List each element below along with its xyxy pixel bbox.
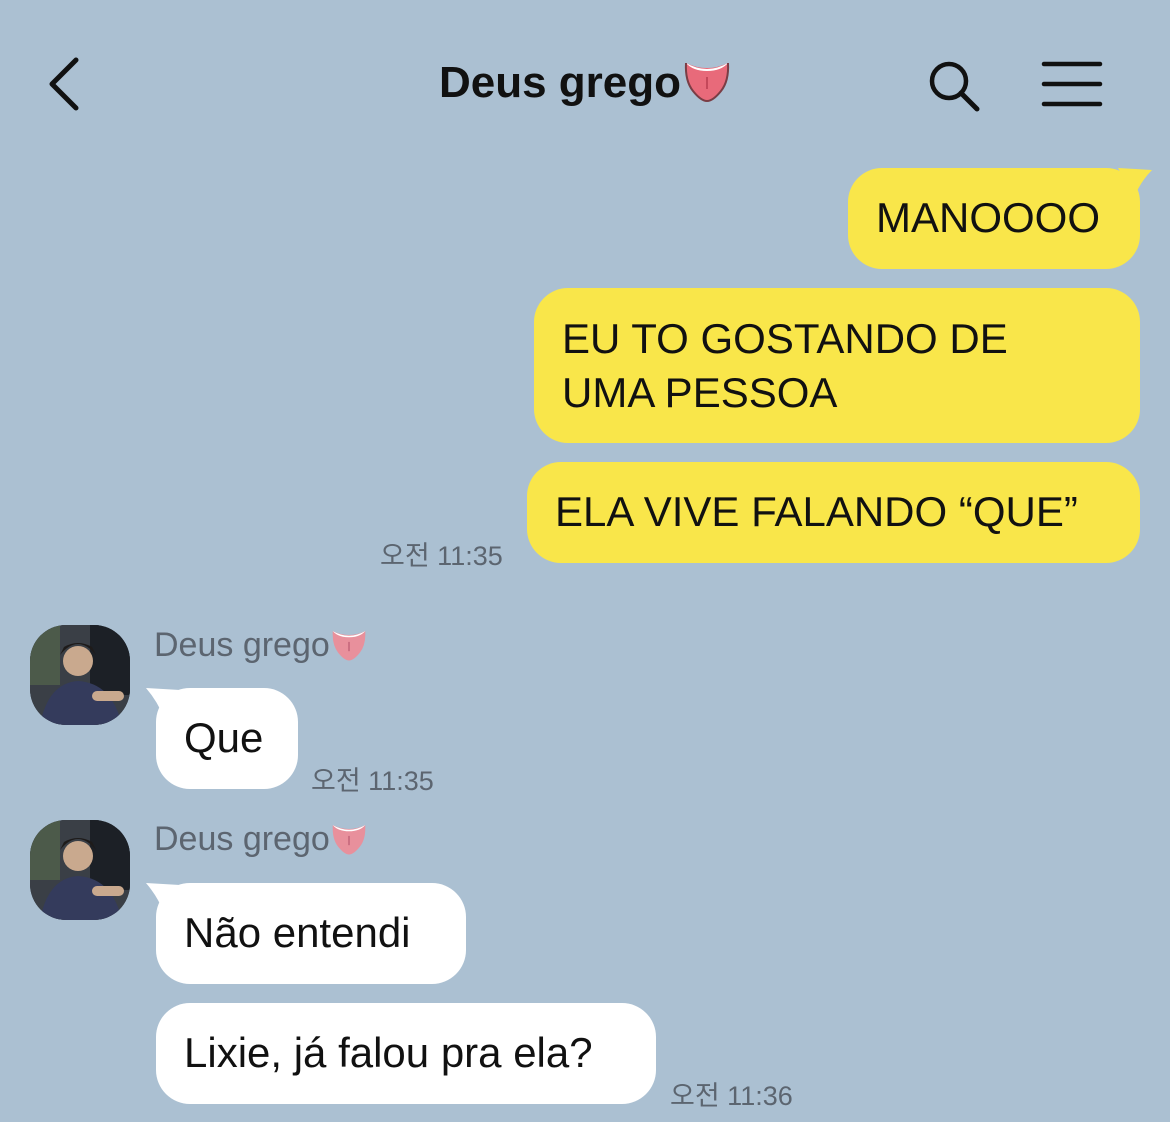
message-line: EU TO GOSTANDO DE	[562, 315, 1008, 362]
avatar[interactable]	[30, 625, 130, 725]
tongue-emoji-icon	[332, 631, 366, 661]
chat-title: Deus grego	[0, 58, 1170, 108]
sender-name: Deus grego	[154, 820, 368, 859]
chat-title-text: Deus grego	[438, 58, 682, 107]
outgoing-message[interactable]: EU TO GOSTANDO DE UMA PESSOA	[534, 288, 1140, 443]
message-text: Lixie, já falou pra ela?	[184, 1029, 593, 1076]
message-text: Não entendi	[184, 909, 411, 956]
menu-icon[interactable]	[1040, 58, 1104, 110]
message-timestamp: 오전 11:35	[311, 766, 434, 796]
message-timestamp: 오전 11:35	[380, 541, 503, 571]
incoming-message[interactable]: Não entendi	[156, 883, 466, 984]
tongue-emoji-icon	[332, 825, 366, 855]
incoming-message[interactable]: Lixie, já falou pra ela?	[156, 1003, 656, 1104]
incoming-message[interactable]: Que	[156, 688, 298, 789]
bubble-tail	[1118, 168, 1152, 198]
outgoing-message[interactable]: MANOOOO	[848, 168, 1140, 269]
avatar-photo-icon	[30, 625, 130, 725]
message-timestamp: 오전 11:36	[670, 1081, 793, 1111]
avatar[interactable]	[30, 820, 130, 920]
message-text: ELA VIVE FALANDO “QUE”	[555, 488, 1078, 535]
sender-name-text: Deus grego	[154, 626, 330, 664]
avatar-photo-icon	[30, 820, 130, 920]
message-text: MANOOOO	[876, 194, 1101, 241]
chat-screen: Deus grego MANOOOO EU TO GOSTANDO DE UMA…	[0, 0, 1170, 1122]
tongue-emoji-icon	[684, 62, 730, 103]
message-line: UMA PESSOA	[562, 369, 838, 416]
outgoing-message[interactable]: ELA VIVE FALANDO “QUE”	[527, 462, 1140, 563]
message-text: Que	[184, 714, 264, 761]
sender-name: Deus grego	[154, 626, 368, 665]
sender-name-text: Deus grego	[154, 820, 330, 858]
search-icon[interactable]	[926, 58, 982, 114]
